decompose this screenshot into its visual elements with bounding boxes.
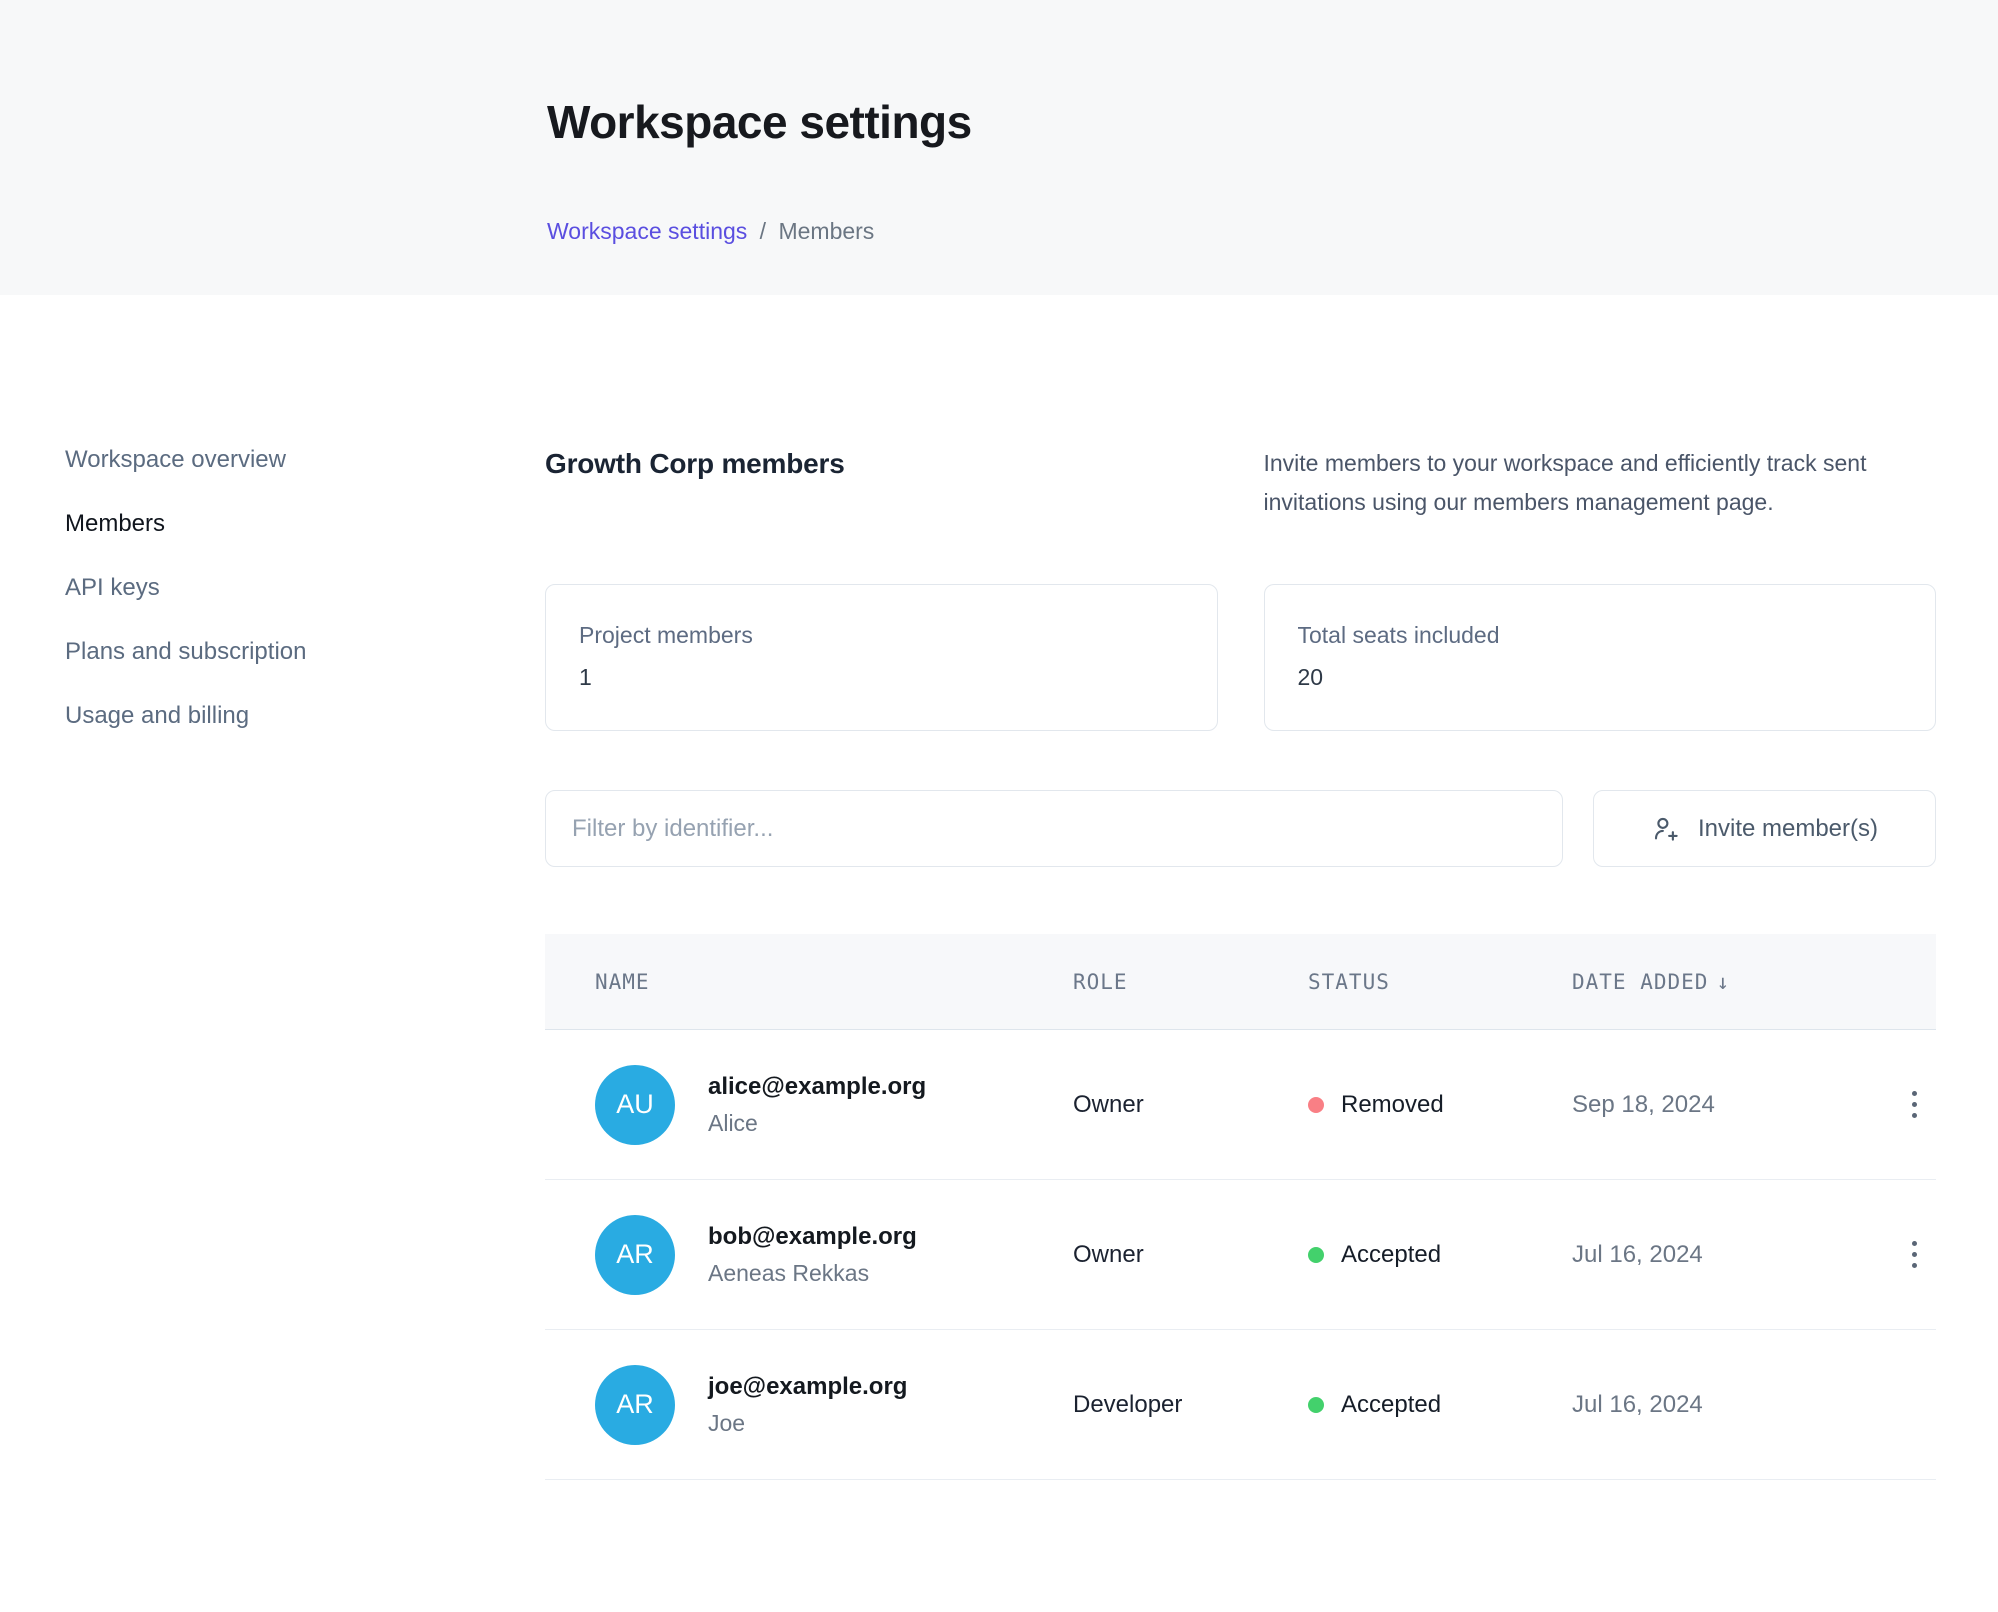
- sort-descending-icon: ↓: [1716, 970, 1729, 994]
- section-description: Invite members to your workspace and eff…: [1264, 444, 1894, 522]
- member-status: Accepted: [1341, 1391, 1441, 1419]
- column-header-name: NAME: [595, 970, 1073, 994]
- member-email: alice@example.org: [708, 1073, 926, 1101]
- sidebar-item-api-keys[interactable]: API keys: [65, 576, 545, 600]
- sidebar-item-usage-and-billing[interactable]: Usage and billing: [65, 704, 545, 728]
- row-menu-button[interactable]: [1902, 1231, 1927, 1278]
- table-row: AU alice@example.org Alice Owner Removed…: [545, 1030, 1936, 1180]
- section-heading: Growth Corp members: [545, 448, 1218, 522]
- table-row: AR bob@example.org Aeneas Rekkas Owner A…: [545, 1180, 1936, 1330]
- members-toolbar: Invite member(s): [545, 790, 1936, 867]
- table-row: AR joe@example.org Joe Developer Accepte…: [545, 1330, 1936, 1480]
- stat-label: Project members: [579, 622, 1184, 649]
- member-date-added: Jul 16, 2024: [1572, 1241, 1882, 1269]
- invite-members-label: Invite member(s): [1698, 815, 1878, 843]
- sidebar-item-plans-and-subscription[interactable]: Plans and subscription: [65, 640, 545, 664]
- column-header-role: ROLE: [1073, 970, 1308, 994]
- breadcrumb-separator: /: [760, 218, 766, 244]
- row-actions-cell: [1882, 1231, 1936, 1278]
- member-identity-cell: AU alice@example.org Alice: [595, 1065, 1073, 1145]
- breadcrumb: Workspace settings / Members: [547, 218, 1998, 245]
- members-page: Growth Corp members Invite members to yo…: [545, 295, 1998, 1480]
- avatar: AR: [595, 1215, 675, 1295]
- invite-members-button[interactable]: Invite member(s): [1593, 790, 1936, 867]
- stat-cards: Project members 1 Total seats included 2…: [545, 584, 1936, 731]
- member-status-cell: Removed: [1308, 1091, 1572, 1119]
- filter-input[interactable]: [545, 790, 1563, 867]
- settings-sidebar: Workspace overview Members API keys Plan…: [0, 295, 545, 1480]
- page-header: Workspace settings Workspace settings / …: [0, 0, 1998, 295]
- breadcrumb-link-workspace-settings[interactable]: Workspace settings: [547, 218, 747, 244]
- member-name: Aeneas Rekkas: [708, 1260, 917, 1287]
- member-name: Joe: [708, 1410, 907, 1437]
- member-role: Developer: [1073, 1391, 1308, 1419]
- stat-card-project-members: Project members 1: [545, 584, 1218, 731]
- member-status-cell: Accepted: [1308, 1391, 1572, 1419]
- column-header-date-added[interactable]: DATE ADDED↓: [1572, 970, 1882, 994]
- sidebar-item-members[interactable]: Members: [65, 512, 545, 536]
- content-layout: Workspace overview Members API keys Plan…: [0, 295, 1998, 1480]
- column-header-status: STATUS: [1308, 970, 1572, 994]
- member-date-added: Jul 16, 2024: [1572, 1391, 1882, 1419]
- member-status: Accepted: [1341, 1241, 1441, 1269]
- table-header-row: NAME ROLE STATUS DATE ADDED↓: [545, 934, 1936, 1030]
- members-table: NAME ROLE STATUS DATE ADDED↓ AU alice@ex…: [545, 934, 1936, 1480]
- page-title: Workspace settings: [547, 95, 1998, 150]
- member-email: bob@example.org: [708, 1223, 917, 1251]
- stat-value: 20: [1298, 664, 1903, 691]
- member-email: joe@example.org: [708, 1373, 907, 1401]
- breadcrumb-current: Members: [778, 218, 874, 244]
- member-status: Removed: [1341, 1091, 1444, 1119]
- status-dot: [1308, 1247, 1324, 1263]
- member-role: Owner: [1073, 1241, 1308, 1269]
- status-dot: [1308, 1097, 1324, 1113]
- sidebar-item-workspace-overview[interactable]: Workspace overview: [65, 448, 545, 472]
- stat-value: 1: [579, 664, 1184, 691]
- member-role: Owner: [1073, 1091, 1308, 1119]
- member-identity-cell: AR bob@example.org Aeneas Rekkas: [595, 1215, 1073, 1295]
- member-name: Alice: [708, 1110, 926, 1137]
- status-dot: [1308, 1397, 1324, 1413]
- person-plus-icon: [1651, 814, 1681, 844]
- row-menu-button[interactable]: [1902, 1081, 1927, 1128]
- member-identity-cell: AR joe@example.org Joe: [595, 1365, 1073, 1445]
- member-status-cell: Accepted: [1308, 1241, 1572, 1269]
- avatar: AU: [595, 1065, 675, 1145]
- stat-card-total-seats: Total seats included 20: [1264, 584, 1937, 731]
- member-date-added: Sep 18, 2024: [1572, 1091, 1882, 1119]
- section-header: Growth Corp members Invite members to yo…: [545, 448, 1936, 522]
- row-actions-cell: [1882, 1081, 1936, 1128]
- stat-label: Total seats included: [1298, 622, 1903, 649]
- avatar: AR: [595, 1365, 675, 1445]
